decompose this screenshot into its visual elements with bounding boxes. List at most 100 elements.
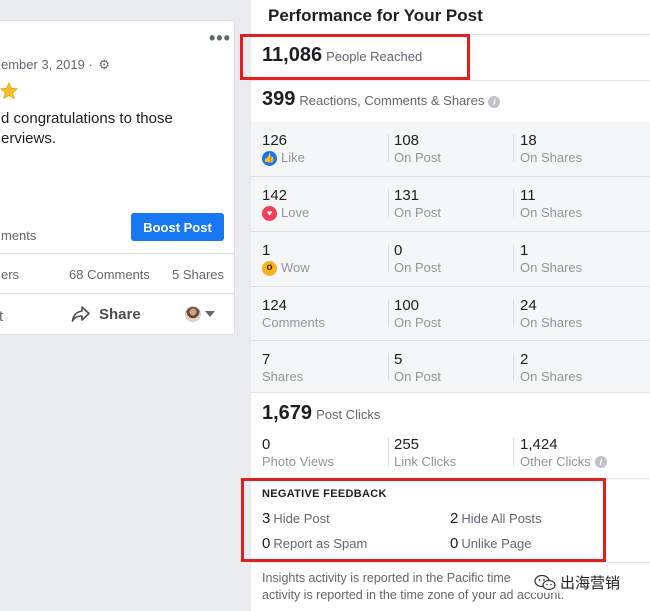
chevron-down-icon: [205, 311, 215, 317]
watermark-text: 出海营销: [560, 575, 621, 592]
divider: [513, 438, 514, 466]
comment-action-button[interactable]: t: [0, 308, 3, 325]
divider: [388, 134, 389, 162]
clicks-breakdown: 0 Photo Views 255 Link Clicks 1,424 Othe…: [251, 430, 650, 474]
on-post-count: 0: [394, 242, 403, 259]
divider: [513, 244, 514, 272]
on-post-label: On Post: [394, 315, 441, 330]
post-clicks-label: Post Clicks: [316, 407, 381, 422]
divider: [388, 189, 389, 217]
shares-count-link[interactable]: 5 Shares: [172, 267, 224, 282]
hide-post-stat: 3 Hide Post: [262, 510, 330, 527]
more-options-icon[interactable]: •••: [209, 29, 231, 47]
unlike-page-label: Unlike Page: [461, 536, 532, 551]
comments-count-link[interactable]: 68 Comments: [69, 267, 150, 282]
divider: [513, 353, 514, 381]
report-spam-label: Report as Spam: [273, 536, 368, 551]
reaction-row-love: 142 ♥ Love 131 On Post 11 On Shares: [251, 177, 650, 231]
reaction-label-wrap: o Wow: [262, 260, 310, 276]
divider: [388, 438, 389, 466]
post-text-line: erviews.: [1, 130, 57, 147]
on-shares-cell: 18 On Shares: [520, 132, 582, 166]
link-clicks-label: Link Clicks: [394, 454, 457, 469]
divider: [388, 353, 389, 381]
viewers-link[interactable]: ers: [1, 267, 19, 282]
reaction-label-wrap: 👍 Like: [262, 150, 305, 166]
on-shares-count: 11: [520, 187, 536, 204]
on-post-count: 100: [394, 297, 420, 314]
avatar: [185, 306, 201, 322]
other-clicks-count: 1,424: [520, 436, 558, 453]
reaction-total-cell: 142 ♥ Love: [262, 187, 309, 221]
reaction-total-cell: 7 Shares: [262, 351, 303, 385]
photo-views-count: 0: [262, 436, 271, 453]
share-button[interactable]: Share: [71, 305, 141, 323]
hide-all-posts-stat: 2 Hide All Posts: [450, 510, 542, 527]
on-post-label: On Post: [394, 260, 441, 275]
on-shares-label: On Shares: [520, 260, 583, 275]
reaction-count: 7: [262, 351, 271, 368]
on-post-label: On Post: [394, 205, 441, 220]
post-card: ••• ember 3, 2019 · ⚙ d congratulations …: [0, 20, 235, 335]
reaction-label-wrap: ♥ Love: [262, 205, 309, 221]
like-icon: 👍: [262, 150, 277, 166]
reaction-total-cell: 1 o Wow: [262, 242, 310, 276]
other-clicks-label-wrap: Other Clicks i: [520, 454, 607, 470]
on-post-cell: 131 On Post: [394, 187, 441, 221]
star-icon: [0, 81, 19, 100]
hide-all-posts-label: Hide All Posts: [461, 511, 542, 526]
reaction-count: 142: [262, 187, 288, 204]
on-shares-cell: 24 On Shares: [520, 297, 582, 331]
report-spam-stat: 0 Report as Spam: [262, 535, 367, 552]
info-icon[interactable]: i: [594, 456, 607, 468]
other-clicks-label: Other Clicks: [520, 454, 591, 469]
on-post-label: On Post: [394, 369, 441, 384]
people-reached-value: 11,086: [262, 44, 323, 66]
on-shares-count: 18: [520, 132, 537, 149]
reaction-label: Like: [281, 150, 305, 165]
divider: [251, 392, 650, 393]
post-clicks-value: 1,679: [262, 402, 313, 424]
on-shares-cell: 1 On Shares: [520, 242, 582, 276]
reaction-total-cell: 124 Comments: [262, 297, 325, 331]
page-title: Performance for Your Post: [268, 6, 483, 25]
reaction-label: Wow: [281, 260, 310, 275]
engagement-link[interactable]: ments: [1, 228, 36, 243]
on-shares-label: On Shares: [520, 150, 583, 165]
reaction-row-wow: 1 o Wow 0 On Post 1 On Shares: [251, 232, 650, 286]
post-text-line: d congratulations to those: [1, 110, 173, 127]
on-shares-label: On Shares: [520, 205, 583, 220]
hide-all-posts-value: 2: [450, 510, 459, 527]
other-clicks-cell: 1,424 Other Clicks i: [520, 436, 607, 470]
negative-feedback-title: NEGATIVE FEEDBACK: [262, 488, 387, 500]
divider: [0, 293, 234, 294]
link-clicks-cell: 255 Link Clicks: [394, 436, 456, 470]
divider: [251, 478, 650, 479]
people-reached: 11,086 People Reached: [262, 44, 422, 67]
hide-post-value: 3: [262, 510, 271, 527]
reaction-row-like: 126 👍 Like 108 On Post 18 On Shares: [251, 122, 650, 176]
divider: [251, 34, 650, 35]
on-shares-count: 2: [520, 351, 529, 368]
post-text: d congratulations to those erviews.: [1, 109, 173, 149]
report-spam-value: 0: [262, 535, 271, 552]
boost-post-button[interactable]: Boost Post: [131, 213, 224, 241]
on-post-cell: 108 On Post: [394, 132, 441, 166]
photo-views-cell: 0 Photo Views: [262, 436, 334, 470]
on-post-cell: 100 On Post: [394, 297, 441, 331]
post-clicks: 1,679 Post Clicks: [262, 402, 380, 425]
hide-post-label: Hide Post: [273, 511, 330, 526]
audience-selector[interactable]: [185, 306, 215, 322]
on-shares-cell: 2 On Shares: [520, 351, 582, 385]
reaction-total-cell: 126 👍 Like: [262, 132, 305, 166]
on-post-cell: 0 On Post: [394, 242, 441, 276]
on-post-cell: 5 On Post: [394, 351, 441, 385]
info-icon[interactable]: i: [488, 96, 501, 108]
watermark: 出海营销: [530, 572, 625, 593]
divider: [251, 562, 650, 563]
gear-icon[interactable]: ⚙: [98, 57, 110, 72]
reactions-breakdown: 126 👍 Like 108 On Post 18 On Shares 142: [251, 122, 650, 392]
reaction-count: 1: [262, 242, 271, 259]
people-reached-label: People Reached: [326, 49, 423, 64]
divider: [513, 134, 514, 162]
